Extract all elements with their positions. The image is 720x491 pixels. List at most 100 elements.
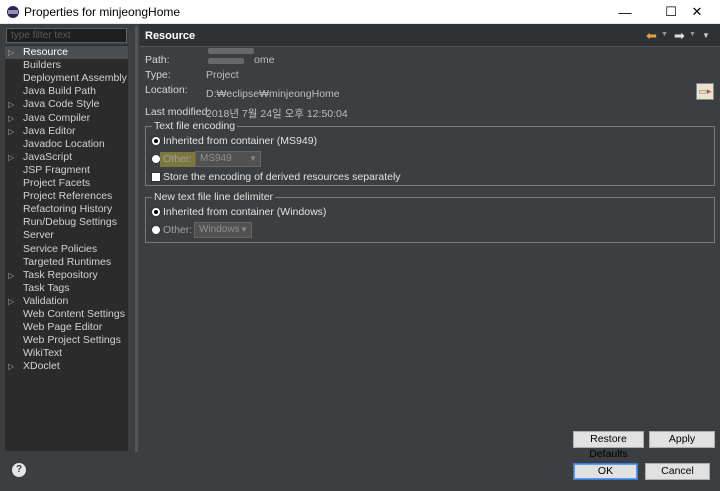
sidebar-item[interactable]: ▷ Validation — [5, 295, 128, 308]
sidebar-item[interactable]: ▷ Java Editor — [5, 125, 128, 138]
store-derived-checkbox[interactable] — [151, 172, 161, 182]
open-folder-icon[interactable]: ▭▸ — [696, 83, 714, 100]
sidebar-item[interactable]: Builders — [5, 59, 128, 72]
sidebar-item[interactable]: Server — [5, 229, 128, 242]
sidebar-item[interactable]: ▷ Resource — [5, 46, 128, 59]
sidebar-item[interactable]: Java Build Path — [5, 85, 128, 98]
sidebar-item-label: Refactoring History — [23, 203, 113, 216]
encoding-other-label: Other: — [163, 153, 193, 165]
encoding-select-value: MS949 — [200, 153, 232, 164]
sidebar-item-label: Java Code Style — [23, 98, 100, 111]
path-value: ome — [254, 54, 275, 66]
encoding-inherited-label: Inherited from container (MS949) — [163, 135, 318, 147]
sidebar-item-label: Targeted Runtimes — [23, 255, 112, 268]
delimiter-other-label: Other: — [163, 224, 193, 236]
sidebar-item[interactable]: Web Page Editor — [5, 321, 128, 334]
expand-arrow-icon[interactable]: ▷ — [8, 360, 16, 373]
sidebar-item[interactable]: ▷ Java Code Style — [5, 98, 128, 111]
delimiter-other-radio[interactable] — [151, 225, 161, 235]
sidebar-item[interactable]: Web Content Settings — [5, 308, 128, 321]
line-delimiter-group: New text file line delimiter Inherited f… — [145, 191, 715, 243]
sidebar-item[interactable]: Project References — [5, 190, 128, 203]
forward-history-dropdown-icon[interactable]: ▼ — [689, 31, 696, 38]
sidebar-item-label: WikiText — [23, 347, 63, 360]
sidebar-item-label: Web Project Settings — [23, 334, 121, 347]
type-label: Type: — [145, 69, 171, 81]
delimiter-inherited-radio[interactable] — [151, 207, 161, 217]
sidebar-item-label: Java Editor — [23, 124, 76, 137]
sidebar-item[interactable]: Deployment Assembly — [5, 72, 128, 85]
sidebar-item[interactable]: ▷ JavaScript — [5, 151, 128, 164]
sidebar-item-label: Validation — [23, 294, 69, 307]
view-menu-icon[interactable]: ▼ — [702, 31, 710, 40]
expand-arrow-icon[interactable]: ▷ — [8, 151, 16, 164]
store-derived-label: Store the encoding of derived resources … — [163, 171, 401, 183]
page-title: Resource — [145, 30, 196, 42]
delimiter-select-value: Windows — [199, 224, 240, 235]
encoding-inherited-radio[interactable] — [151, 136, 161, 146]
sidebar-item[interactable]: Web Project Settings — [5, 334, 128, 347]
title-bar: Properties for minjeongHome — ☐ ✕ — [0, 0, 720, 24]
window-title: Properties for minjeongHome — [24, 5, 181, 19]
cancel-button[interactable]: Cancel — [645, 463, 710, 480]
sidebar-item[interactable]: JSP Fragment — [5, 164, 128, 177]
close-button[interactable]: ✕ — [674, 0, 720, 24]
sidebar-item[interactable]: Project Facets — [5, 177, 128, 190]
sidebar-item[interactable]: Run/Debug Settings — [5, 216, 128, 229]
sidebar-item-label: Run/Debug Settings — [23, 216, 117, 229]
location-value: D:₩eclipse₩minjeongHome — [206, 88, 340, 100]
sidebar-item[interactable]: Javadoc Location — [5, 138, 128, 151]
sidebar-item-label: Resource — [23, 46, 68, 58]
sidebar-item-label: Deployment Assembly — [23, 72, 127, 85]
expand-arrow-icon[interactable]: ▷ — [8, 125, 16, 138]
sidebar-item-label: Project Facets — [23, 177, 91, 189]
delimiter-inherited-label: Inherited from container (Windows) — [163, 206, 327, 218]
sidebar-item-label: Javadoc Location — [23, 137, 105, 150]
delimiter-select[interactable]: Windows ▼ — [194, 222, 252, 238]
sidebar-item-label: Builders — [23, 59, 61, 72]
apply-button[interactable]: Apply — [649, 431, 715, 448]
help-icon[interactable]: ? — [12, 463, 26, 477]
sidebar-item[interactable]: Service Policies — [5, 243, 128, 256]
path-label: Path: — [145, 54, 170, 66]
last-modified-label: Last modified: — [145, 106, 211, 118]
ok-button[interactable]: OK — [573, 463, 638, 480]
chevron-down-icon: ▼ — [240, 225, 248, 234]
expand-arrow-icon[interactable]: ▷ — [8, 269, 16, 282]
forward-arrow-icon[interactable]: ➡ — [674, 28, 685, 44]
restore-defaults-button[interactable]: Restore Defaults — [573, 431, 644, 460]
sidebar-item-label: XDoclet — [23, 360, 60, 373]
minimize-button[interactable]: — — [602, 0, 648, 24]
sidebar-item-label: Java Build Path — [23, 85, 96, 98]
resource-page: Resource ⬅ ▼ ➡ ▼ ▼ Path: ome Type: Proje… — [140, 24, 720, 452]
expand-arrow-icon[interactable]: ▷ — [8, 98, 16, 111]
sidebar-item-label: Java Compiler — [23, 111, 91, 124]
expand-arrow-icon[interactable]: ▷ — [8, 295, 16, 308]
back-arrow-icon[interactable]: ⬅ — [646, 28, 657, 44]
sidebar-item[interactable]: Task Tags — [5, 282, 128, 295]
back-history-dropdown-icon[interactable]: ▼ — [661, 31, 668, 38]
expand-arrow-icon[interactable]: ▷ — [8, 112, 16, 125]
sidebar-item[interactable]: WikiText — [5, 347, 128, 360]
sidebar-item[interactable]: Targeted Runtimes — [5, 256, 128, 269]
page-header: Resource ⬅ ▼ ➡ ▼ ▼ — [140, 24, 720, 47]
encoding-select[interactable]: MS949 ▼ — [195, 151, 261, 167]
panel-sash[interactable] — [135, 26, 138, 452]
text-encoding-legend: Text file encoding — [152, 120, 238, 132]
sidebar-item[interactable]: ▷ XDoclet — [5, 360, 128, 373]
filter-input[interactable] — [6, 28, 127, 43]
expand-arrow-icon[interactable]: ▷ — [8, 46, 16, 59]
sidebar-item-label: JSP Fragment — [23, 163, 90, 176]
redacted-path — [208, 48, 254, 54]
type-value: Project — [206, 69, 239, 81]
line-delimiter-legend: New text file line delimiter — [152, 191, 276, 203]
text-encoding-group: Text file encoding Inherited from contai… — [145, 120, 715, 186]
eclipse-icon — [7, 6, 19, 18]
sidebar-item[interactable]: Refactoring History — [5, 203, 128, 216]
sidebar-item-label: Web Content Settings — [23, 308, 125, 320]
sidebar-item[interactable]: ▷ Task Repository — [5, 269, 128, 282]
last-modified-value: 2018년 7월 24일 오후 12:50:04 — [206, 108, 348, 120]
sidebar-item-label: Server — [23, 229, 54, 242]
sidebar-item[interactable]: ▷ Java Compiler — [5, 112, 128, 125]
sidebar-item-label: Task Repository — [23, 268, 98, 281]
